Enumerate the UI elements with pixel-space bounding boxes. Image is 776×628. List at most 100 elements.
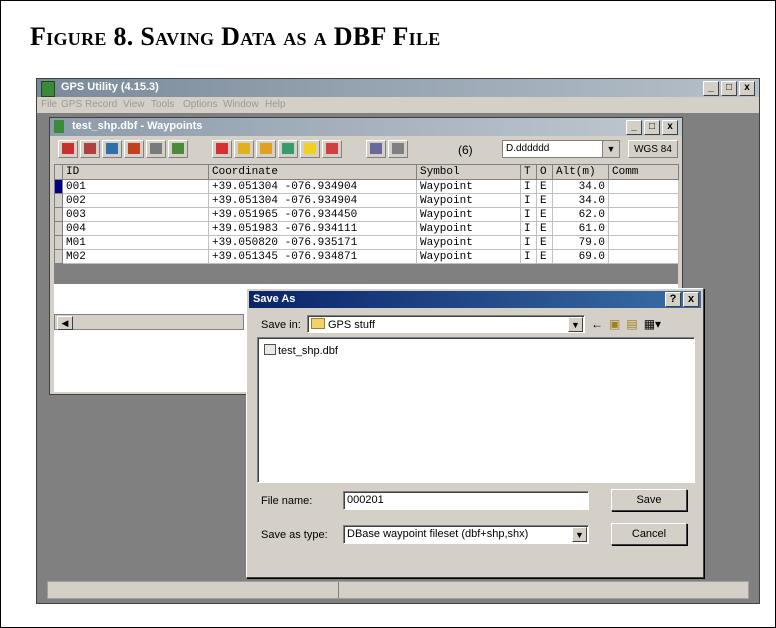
cell-comment[interactable] <box>608 249 679 264</box>
new-waypoint-icon[interactable] <box>58 140 78 158</box>
row-selector[interactable] <box>54 207 63 222</box>
cell-o[interactable]: E <box>536 193 553 208</box>
table-row[interactable]: 001 +39.051304 -076.934904 Waypoint I E … <box>54 179 679 194</box>
column-header[interactable]: Alt(m) <box>552 164 609 180</box>
menu-window[interactable]: Window <box>223 99 259 110</box>
up-folder-icon[interactable]: ▣ <box>609 317 620 331</box>
column-header[interactable]: Comm <box>608 164 679 180</box>
row-selector[interactable] <box>54 193 63 208</box>
row-selector[interactable] <box>54 221 63 236</box>
cell-id[interactable]: 004 <box>62 221 209 236</box>
dialog-close-button[interactable]: x <box>683 292 699 307</box>
new-route-icon[interactable] <box>80 140 100 158</box>
cell-type[interactable]: I <box>520 179 537 194</box>
cell-coordinate[interactable]: +39.051983 -076.934111 <box>208 221 417 236</box>
cell-alt[interactable]: 61.0 <box>552 221 609 236</box>
cell-id[interactable]: M01 <box>62 235 209 250</box>
menu-view[interactable]: View <box>123 99 145 110</box>
scroll-left-icon[interactable]: ◀ <box>57 316 73 330</box>
column-header[interactable]: Symbol <box>416 164 521 180</box>
menu-gps[interactable]: GPS <box>61 99 82 110</box>
cell-symbol[interactable]: Waypoint <box>416 235 521 250</box>
print-icon[interactable] <box>146 140 166 158</box>
cell-id[interactable]: 002 <box>62 193 209 208</box>
filter-icon[interactable] <box>366 140 386 158</box>
dialog-titlebar[interactable]: Save As ? x <box>249 291 701 308</box>
menu-options[interactable]: Options <box>183 99 217 110</box>
cell-alt[interactable]: 62.0 <box>552 207 609 222</box>
save-in-select[interactable]: GPS stuff ▼ <box>307 315 585 333</box>
maximize-button[interactable]: □ <box>721 81 737 96</box>
cancel-button[interactable]: Cancel <box>611 523 687 545</box>
text-tool-icon[interactable] <box>322 140 342 158</box>
waypoints-titlebar[interactable]: test_shp.dbf - Waypoints _ □ x <box>50 118 682 136</box>
table-row[interactable]: 003 +39.051965 -076.934450 Waypoint I E … <box>54 207 679 222</box>
column-header[interactable]: ID <box>62 164 209 180</box>
row-selector[interactable] <box>54 235 63 250</box>
chevron-down-icon[interactable]: ▼ <box>572 527 587 542</box>
properties-icon[interactable] <box>168 140 188 158</box>
row-selector[interactable] <box>54 179 63 194</box>
table-view-icon[interactable] <box>388 140 408 158</box>
table-row[interactable]: 004 +39.051983 -076.934111 Waypoint I E … <box>54 221 679 236</box>
column-header[interactable]: T <box>520 164 537 180</box>
cell-o[interactable]: E <box>536 249 553 264</box>
child-close-button[interactable]: x <box>662 120 678 135</box>
cell-type[interactable]: I <box>520 249 537 264</box>
menu-tools[interactable]: Tools <box>151 99 174 110</box>
table-row[interactable]: M01 +39.050820 -076.935171 Waypoint I E … <box>54 235 679 250</box>
cell-id[interactable]: 001 <box>62 179 209 194</box>
close-button[interactable]: x <box>739 81 755 96</box>
new-folder-icon[interactable]: ▤ <box>626 317 637 331</box>
row-selector[interactable] <box>54 249 63 264</box>
save-button[interactable]: Save <box>611 489 687 511</box>
child-minimize-button[interactable]: _ <box>626 120 642 135</box>
cell-symbol[interactable]: Waypoint <box>416 193 521 208</box>
cell-symbol[interactable]: Waypoint <box>416 207 521 222</box>
cell-alt[interactable]: 34.0 <box>552 193 609 208</box>
datum-button[interactable]: WGS 84 <box>628 140 678 158</box>
cell-comment[interactable] <box>608 221 679 236</box>
map-tool-icon[interactable] <box>278 140 298 158</box>
column-header[interactable]: O <box>536 164 553 180</box>
horizontal-scrollbar[interactable]: ◀ <box>54 314 244 330</box>
cell-comment[interactable] <box>608 193 679 208</box>
cell-o[interactable]: E <box>536 235 553 250</box>
coordinate-format-select[interactable]: D.dddddd ▼ <box>502 140 620 158</box>
cell-coordinate[interactable]: +39.050820 -076.935171 <box>208 235 417 250</box>
cell-alt[interactable]: 79.0 <box>552 235 609 250</box>
cell-symbol[interactable]: Waypoint <box>416 179 521 194</box>
delete-icon[interactable] <box>124 140 144 158</box>
table-row[interactable]: 002 +39.051304 -076.934904 Waypoint I E … <box>54 193 679 208</box>
menu-record[interactable]: Record <box>85 99 117 110</box>
cell-coordinate[interactable]: +39.051304 -076.934904 <box>208 179 417 194</box>
cell-comment[interactable] <box>608 235 679 250</box>
column-header[interactable]: Coordinate <box>208 164 417 180</box>
route-tool-icon[interactable] <box>234 140 254 158</box>
cell-comment[interactable] <box>608 207 679 222</box>
chevron-down-icon[interactable]: ▼ <box>568 317 583 332</box>
cell-symbol[interactable]: Waypoint <box>416 221 521 236</box>
cell-o[interactable]: E <box>536 179 553 194</box>
cell-o[interactable]: E <box>536 221 553 236</box>
file-list[interactable]: test_shp.dbf <box>257 337 695 483</box>
cell-symbol[interactable]: Waypoint <box>416 249 521 264</box>
new-track-icon[interactable] <box>102 140 122 158</box>
child-maximize-button[interactable]: □ <box>644 120 660 135</box>
help-button[interactable]: ? <box>665 292 681 307</box>
file-item[interactable]: test_shp.dbf <box>264 344 338 357</box>
cell-type[interactable]: I <box>520 193 537 208</box>
waypoints-tool-icon[interactable] <box>212 140 232 158</box>
cell-o[interactable]: E <box>536 207 553 222</box>
track-tool-icon[interactable] <box>256 140 276 158</box>
chevron-down-icon[interactable]: ▼ <box>602 141 619 157</box>
cell-coordinate[interactable]: +39.051304 -076.934904 <box>208 193 417 208</box>
cell-alt[interactable]: 69.0 <box>552 249 609 264</box>
cell-coordinate[interactable]: +39.051345 -076.934871 <box>208 249 417 264</box>
cell-type[interactable]: I <box>520 221 537 236</box>
menu-file[interactable]: File <box>41 99 57 110</box>
cell-id[interactable]: M02 <box>62 249 209 264</box>
cell-type[interactable]: I <box>520 207 537 222</box>
cell-id[interactable]: 003 <box>62 207 209 222</box>
minimize-button[interactable]: _ <box>703 81 719 96</box>
